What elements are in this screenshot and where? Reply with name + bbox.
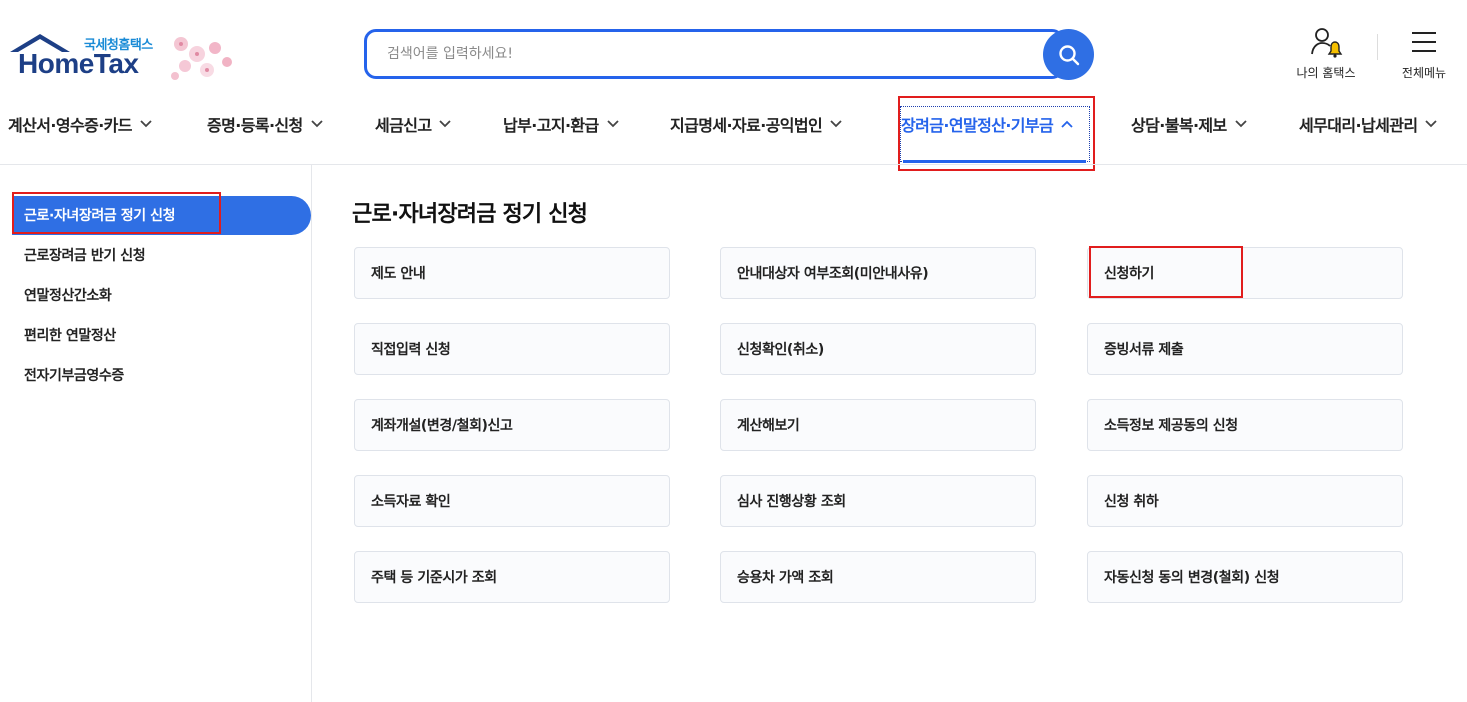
card-car-value-lookup[interactable]: 승용차 가액 조회 xyxy=(720,551,1036,603)
card-income-data-check[interactable]: 소득자료 확인 xyxy=(354,475,670,527)
card-label: 제도 안내 xyxy=(371,266,426,282)
card-label: 계좌개설(변경/철회)신고 xyxy=(371,418,513,434)
all-menu-button[interactable]: 전체메뉴 xyxy=(1395,26,1453,82)
card-account-report[interactable]: 계좌개설(변경/철회)신고 xyxy=(354,399,670,451)
sidebar-item-donation-receipt[interactable]: 전자기부금영수증 xyxy=(24,365,124,385)
page-title: 근로·자녀장려금 정기 신청 xyxy=(352,202,588,227)
search-box xyxy=(364,29,1064,79)
sidebar-item-label: 편리한 연말정산 xyxy=(24,328,116,344)
card-label: 증빙서류 제출 xyxy=(1104,342,1184,358)
gnb-item-label: 증명·등록·신청 xyxy=(207,116,303,135)
cherry-blossom-icon xyxy=(171,37,232,80)
card-label: 신청 취하 xyxy=(1104,494,1159,510)
logo-title: HomeTax xyxy=(18,48,139,79)
sidebar-item-label: 연말정산간소화 xyxy=(24,288,112,304)
gnb-item-label: 지급명세·자료·공익법인 xyxy=(670,116,823,135)
header-divider xyxy=(1377,34,1378,60)
chevron-down-icon xyxy=(439,120,452,128)
hometax-logo[interactable]: 국세청홈택스 HomeTax xyxy=(8,30,248,86)
gnb-item-payment-refund[interactable]: 납부·고지·환급 xyxy=(503,112,619,136)
card-review-status[interactable]: 심사 진행상황 조회 xyxy=(720,475,1036,527)
sidebar-highlight-box xyxy=(12,192,221,234)
card-eligibility-check[interactable]: 안내대상자 여부조회(미안내사유) xyxy=(720,247,1036,299)
gnb-highlight-box xyxy=(898,96,1095,171)
sidebar-item-yearend-simplified[interactable]: 연말정산간소화 xyxy=(24,285,112,305)
sidebar-item-semiannual-application[interactable]: 근로장려금 반기 신청 xyxy=(24,245,146,265)
hamburger-menu-icon xyxy=(1412,32,1436,52)
search-button[interactable] xyxy=(1043,29,1094,80)
gnb-item-label: 계산서·영수증·카드 xyxy=(8,116,133,135)
search-input[interactable] xyxy=(367,32,1047,76)
card-label: 소득정보 제공동의 신청 xyxy=(1104,418,1238,434)
card-label: 신청확인(취소) xyxy=(737,342,824,358)
user-bell-icon xyxy=(1311,28,1343,58)
card-system-guide[interactable]: 제도 안내 xyxy=(354,247,670,299)
sidebar-item-label: 근로장려금 반기 신청 xyxy=(24,248,146,264)
gnb-item-label: 세금신고 xyxy=(375,116,432,135)
card-label: 승용차 가액 조회 xyxy=(737,570,834,586)
chevron-down-icon xyxy=(311,120,323,128)
card-auto-apply-consent-change[interactable]: 자동신청 동의 변경(철회) 신청 xyxy=(1087,551,1403,603)
all-menu-label: 전체메뉴 xyxy=(1401,66,1447,80)
card-label: 자동신청 동의 변경(철회) 신청 xyxy=(1104,570,1280,586)
gnb-item-label: 상담·불복·제보 xyxy=(1131,116,1227,135)
my-hometax-button[interactable]: 나의 홈택스 xyxy=(1290,26,1362,82)
gnb-item-tax-agent-management[interactable]: 세무대리·납세관리 xyxy=(1299,112,1438,136)
gnb-item-consult-appeal-report[interactable]: 상담·불복·제보 xyxy=(1131,112,1247,136)
apply-card-highlight-box xyxy=(1089,246,1243,298)
chevron-down-icon xyxy=(140,120,152,128)
card-label: 주택 등 기준시가 조회 xyxy=(371,570,497,586)
card-apply-confirm-cancel[interactable]: 신청확인(취소) xyxy=(720,323,1036,375)
gnb-item-label: 세무대리·납세관리 xyxy=(1299,116,1418,135)
card-direct-input-apply[interactable]: 직접입력 신청 xyxy=(354,323,670,375)
chevron-down-icon xyxy=(607,120,619,128)
card-calculator[interactable]: 계산해보기 xyxy=(720,399,1036,451)
my-hometax-label: 나의 홈택스 xyxy=(1296,66,1356,80)
gnb-item-certificate-registration[interactable]: 증명·등록·신청 xyxy=(207,112,323,136)
card-housing-price-lookup[interactable]: 주택 등 기준시가 조회 xyxy=(354,551,670,603)
card-withdraw-application[interactable]: 신청 취하 xyxy=(1087,475,1403,527)
card-label: 안내대상자 여부조회(미안내사유) xyxy=(737,266,929,282)
card-income-info-consent[interactable]: 소득정보 제공동의 신청 xyxy=(1087,399,1403,451)
gnb-item-invoice-receipt-card[interactable]: 계산서·영수증·카드 xyxy=(8,112,152,136)
chevron-down-icon xyxy=(1235,120,1247,128)
chevron-down-icon xyxy=(1425,120,1438,128)
gnb-item-payment-statement[interactable]: 지급명세·자료·공익법인 xyxy=(670,112,842,136)
card-label: 심사 진행상황 조회 xyxy=(737,494,846,510)
gnb-item-label: 납부·고지·환급 xyxy=(503,116,599,135)
card-label: 직접입력 신청 xyxy=(371,342,451,358)
chevron-down-icon xyxy=(830,120,842,128)
sidebar-item-convenient-yearend[interactable]: 편리한 연말정산 xyxy=(24,325,116,345)
card-label: 계산해보기 xyxy=(737,418,800,434)
search-icon xyxy=(1058,44,1079,65)
card-label: 소득자료 확인 xyxy=(371,494,451,510)
sidebar-item-label: 전자기부금영수증 xyxy=(24,368,124,384)
card-submit-documents[interactable]: 증빙서류 제출 xyxy=(1087,323,1403,375)
gnb-item-tax-filing[interactable]: 세금신고 xyxy=(375,112,452,136)
